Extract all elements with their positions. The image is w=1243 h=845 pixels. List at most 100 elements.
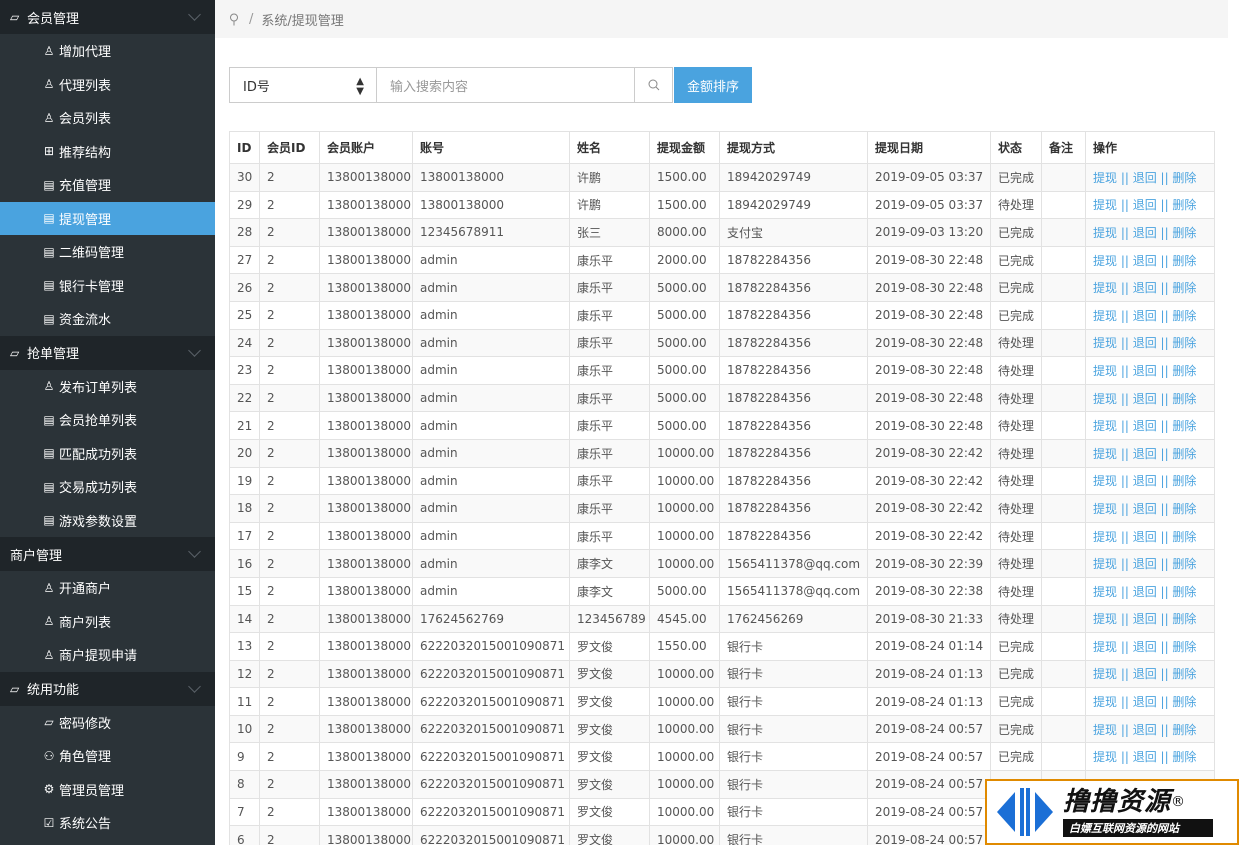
sidebar-item-2-1[interactable]: ♙ 商户列表 (0, 605, 215, 639)
row-actions[interactable]: 提现 || 退回 || 删除 (1085, 521, 1215, 551)
chevron-down-icon (188, 545, 201, 558)
table-cell: 28 (229, 218, 260, 247)
row-actions[interactable]: 提现 || 退回 || 删除 (1085, 742, 1215, 772)
row-actions[interactable]: 提现 || 退回 || 删除 (1085, 438, 1215, 468)
row-actions[interactable]: 提现 || 退回 || 删除 (1085, 383, 1215, 413)
search-button[interactable] (635, 67, 673, 103)
sidebar-group-1[interactable]: ▱ 抢单管理 (0, 335, 215, 370)
sidebar-item-1-4[interactable]: ▤ 游戏参数设置 (0, 504, 215, 538)
sidebar-item-1-2[interactable]: ▤ 匹配成功列表 (0, 437, 215, 471)
sidebar-item-0-6[interactable]: ▤ 二维码管理 (0, 235, 215, 269)
sidebar-item-2-0[interactable]: ♙ 开通商户 (0, 571, 215, 605)
sidebar-item-0-5[interactable]: ▤ 提现管理 (0, 201, 215, 235)
gear-icon: ⚙ (43, 782, 55, 797)
table-cell: 6222032015001090871 (412, 632, 570, 661)
breadcrumb-text[interactable]: 系统/提现管理 (261, 10, 343, 29)
table-cell: 2000.00 (649, 245, 720, 275)
table-row: 15 2 13800138000 admin 康李文 5000.00 1565411378@… (229, 576, 1215, 606)
table-cell: 2 (259, 770, 320, 799)
doc-icon: ▤ (43, 244, 55, 259)
sidebar-item-0-7[interactable]: ▤ 银行卡管理 (0, 269, 215, 303)
row-actions[interactable]: 提现 || 退回 || 删除 (1085, 411, 1215, 440)
row-actions[interactable]: 提现 || 退回 || 删除 (1085, 245, 1215, 275)
sidebar-item-0-4[interactable]: ▤ 充值管理 (0, 168, 215, 202)
table-cell: 25 (229, 300, 260, 330)
row-actions[interactable]: 提现 || 退回 || 删除 (1085, 604, 1215, 634)
sidebar-item-2-2[interactable]: ♙ 商户提现申请 (0, 638, 215, 672)
users-icon: ⚇ (43, 748, 55, 763)
table-cell: 待处理 (990, 466, 1042, 496)
chevron-down-icon (188, 343, 201, 357)
table-cell: 2019-08-30 22:48 (867, 245, 991, 275)
row-actions[interactable]: 提现 || 退回 || 删除 (1085, 300, 1215, 330)
sidebar-group-0[interactable]: ▱ 会员管理 (0, 0, 215, 34)
sidebar-item-0-0[interactable]: ♙ 增加代理 (0, 34, 215, 68)
table-cell: 2 (259, 549, 320, 578)
table-cell: 康乐平 (569, 273, 650, 302)
row-actions[interactable]: 提现 || 退回 || 删除 (1085, 494, 1215, 523)
row-actions[interactable]: 提现 || 退回 || 删除 (1085, 549, 1215, 578)
column-header: 操作 (1085, 131, 1215, 164)
table-cell: admin (412, 328, 570, 358)
table-cell: 13800138000 (319, 659, 413, 689)
sidebar-item-1-1[interactable]: ▤ 会员抢单列表 (0, 403, 215, 437)
table-cell: 2019-08-30 22:42 (867, 438, 991, 468)
sidebar-item-0-2[interactable]: ♙ 会员列表 (0, 101, 215, 135)
sidebar-item-3-0[interactable]: ▱ 密码修改 (0, 706, 215, 740)
search-field-value: ID号 (243, 79, 270, 95)
sidebar-item-0-3[interactable]: ⊞ 推荐结构 (0, 135, 215, 169)
table-cell: 银行卡 (719, 714, 868, 744)
table-cell: 2 (259, 632, 320, 661)
table-cell: 2 (259, 521, 320, 551)
row-actions[interactable]: 提现 || 退回 || 删除 (1085, 632, 1215, 661)
row-actions[interactable]: 提现 || 退回 || 删除 (1085, 687, 1215, 716)
table-cell: 2019-08-30 22:48 (867, 300, 991, 330)
sidebar-item-3-2[interactable]: ⚙ 管理员管理 (0, 773, 215, 807)
sidebar-group-2[interactable]: 商户管理 (0, 537, 215, 571)
table-cell: 11 (229, 687, 260, 716)
column-header: 备注 (1041, 131, 1086, 164)
select-arrows-icon: ▲ ▼ (356, 76, 364, 97)
row-actions[interactable]: 提现 || 退回 || 删除 (1085, 356, 1215, 385)
table-cell (1041, 521, 1086, 551)
row-actions[interactable]: 提现 || 退回 || 删除 (1085, 273, 1215, 302)
sidebar-item-1-0[interactable]: ♙ 发布订单列表 (0, 370, 215, 404)
row-actions[interactable]: 提现 || 退回 || 删除 (1085, 466, 1215, 496)
column-header: 姓名 (569, 131, 650, 164)
doc-icon: ▤ (43, 211, 55, 226)
table-cell: 6222032015001090871 (412, 714, 570, 744)
row-actions[interactable]: 提现 || 退回 || 删除 (1085, 328, 1215, 358)
row-actions[interactable]: 提现 || 退回 || 删除 (1085, 659, 1215, 689)
table-cell: 2019-08-24 00:57 (867, 797, 991, 827)
sidebar-item-label: 商户提现申请 (59, 649, 138, 665)
table-cell: 5000.00 (649, 383, 720, 413)
table-cell: 支付宝 (719, 218, 868, 247)
table-row: 11 2 13800138000 6222032015001090871 罗文俊 1000… (229, 687, 1215, 716)
row-actions[interactable]: 提现 || 退回 || 删除 (1085, 576, 1215, 606)
search-input[interactable]: 输入搜索内容 (377, 67, 635, 103)
table-cell: 2 (259, 742, 320, 772)
table-cell: 2 (259, 466, 320, 496)
table-cell: 2019-08-24 01:14 (867, 632, 991, 661)
table-cell: 13800138000 (319, 383, 413, 413)
sidebar-item-3-3[interactable]: ☑ 系统公告 (0, 806, 215, 840)
table-cell: 罗文俊 (569, 770, 650, 799)
sort-by-amount-button[interactable]: 金额排序 (674, 67, 752, 103)
row-actions[interactable]: 提现 || 退回 || 删除 (1085, 714, 1215, 744)
table-cell: 待处理 (990, 190, 1042, 220)
sidebar-group-3[interactable]: ▱ 统用功能 (0, 671, 215, 706)
logo-subtitle: 白嫖互联网资源的网站 (1063, 819, 1213, 837)
table-cell (1041, 742, 1086, 772)
table-cell: 2 (259, 494, 320, 523)
row-actions[interactable]: 提现 || 退回 || 删除 (1085, 163, 1215, 192)
table-cell: 2019-08-30 22:48 (867, 356, 991, 385)
folder-icon: ▱ (10, 681, 20, 696)
search-field-select[interactable]: ID号 ▲ ▼ (229, 67, 377, 103)
row-actions[interactable]: 提现 || 退回 || 删除 (1085, 190, 1215, 220)
row-actions[interactable]: 提现 || 退回 || 删除 (1085, 218, 1215, 247)
sidebar-item-0-1[interactable]: ♙ 代理列表 (0, 68, 215, 102)
sidebar-item-3-1[interactable]: ⚇ 角色管理 (0, 739, 215, 773)
table-cell: 许鹏 (569, 190, 650, 220)
sidebar-item-1-3[interactable]: ▤ 交易成功列表 (0, 470, 215, 504)
sidebar-item-0-8[interactable]: ▤ 资金流水 (0, 302, 215, 336)
